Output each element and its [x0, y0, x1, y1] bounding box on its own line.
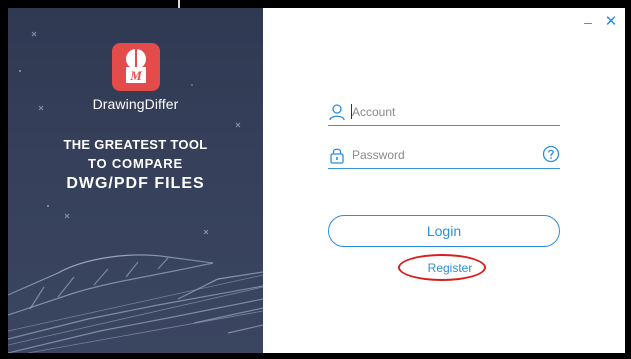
tagline-line-2: TO COMPARE [88, 156, 183, 171]
register-link[interactable]: Register [403, 261, 497, 275]
account-input[interactable] [352, 101, 532, 123]
login-panel: – ✕ Login Register [263, 8, 625, 353]
top-divider-line [178, 0, 180, 8]
brand-panel: M DrawingDiffer THE GREATEST TOOL TO COM… [8, 8, 263, 353]
lock-icon [330, 148, 344, 164]
password-field[interactable] [328, 144, 560, 169]
tagline-line-1: THE GREATEST TOOL [63, 137, 208, 152]
close-button[interactable]: ✕ [603, 14, 619, 30]
drawingdiffer-logo-icon: M [112, 43, 160, 91]
minimize-button[interactable]: – [580, 14, 596, 30]
account-field[interactable] [328, 101, 560, 126]
user-icon [329, 104, 345, 121]
app-name: DrawingDiffer [92, 96, 179, 112]
tagline-line-3: DWG/PDF FILES [66, 175, 205, 192]
question-icon[interactable] [542, 145, 560, 163]
password-input[interactable] [352, 144, 532, 166]
logo-letter: M [129, 68, 142, 83]
login-window: M DrawingDiffer THE GREATEST TOOL TO COM… [8, 8, 625, 353]
bullet-train-illustration [8, 254, 263, 353]
login-button[interactable]: Login [328, 215, 560, 247]
